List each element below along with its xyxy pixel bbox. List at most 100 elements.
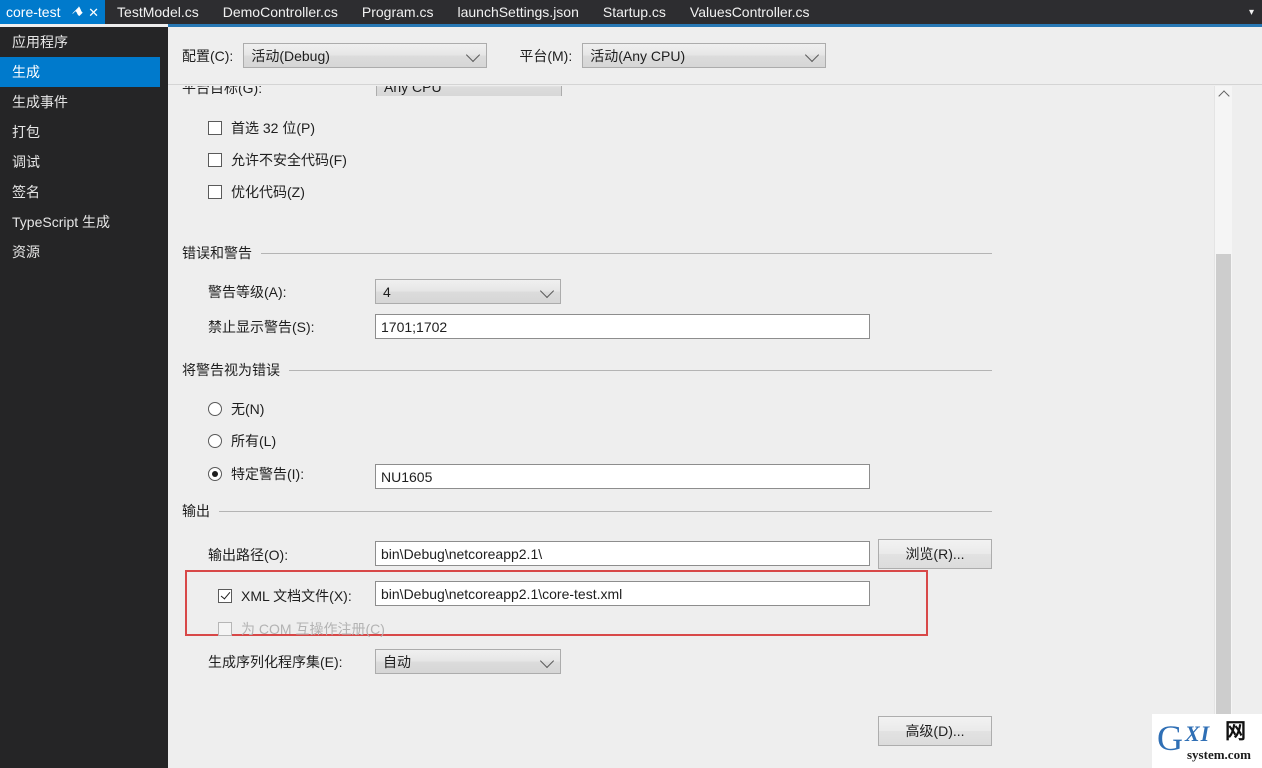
sidebar-item-label: 生成 (12, 64, 40, 80)
configuration-label: 配置(C): (182, 47, 234, 64)
chevron-down-icon: ▾ (1248, 6, 1254, 18)
watermark-xi: XI (1185, 721, 1211, 746)
prefer-32bit-row[interactable]: 首选 32 位(P) (208, 118, 315, 138)
tab-launchsettings-json[interactable]: launchSettings.json (445, 0, 590, 24)
vertical-scrollbar[interactable] (1214, 86, 1232, 768)
tab-label: TestModel.cs (117, 4, 199, 20)
chevron-down-icon (539, 283, 555, 298)
warning-level-select[interactable]: 4 (375, 279, 561, 304)
warnings-all-row[interactable]: 所有(L) (208, 431, 276, 451)
sidebar-item-build-events[interactable]: 生成事件 (0, 87, 168, 117)
platform-select[interactable]: 活动(Any CPU) (582, 43, 827, 68)
sidebar-item-label: 资源 (12, 244, 40, 260)
sidebar-item-label: TypeScript 生成 (12, 214, 111, 230)
warnings-specific-value: NU1605 (381, 468, 433, 485)
sidebar-item-build[interactable]: 生成 (0, 57, 160, 87)
platform-target-label: 平台目标(G): (182, 86, 263, 96)
prefer-32bit-label: 首选 32 位(P) (231, 120, 316, 136)
output-path-label: 输出路径(O): (208, 547, 289, 563)
warning-level-value: 4 (383, 283, 391, 300)
register-com-interop-checkbox (218, 622, 232, 636)
advanced-button[interactable]: 高级(D)... (878, 716, 992, 746)
section-title: 错误和警告 (182, 245, 252, 261)
xml-doc-file-value: bin\Debug\netcoreapp2.1\core-test.xml (381, 585, 623, 602)
scroll-up-button[interactable] (1215, 86, 1232, 103)
optimize-code-checkbox[interactable] (208, 185, 222, 199)
serialization-assembly-select[interactable]: 自动 (375, 649, 561, 674)
properties-content: 平台目标(G): Any CPU 首选 32 位(P) 允许不安全代码(F) 优… (168, 86, 1214, 768)
tab-label: Program.cs (361, 4, 434, 20)
platform-target-select[interactable]: Any CPU (376, 86, 562, 96)
output-path-row: 输出路径(O): (208, 545, 288, 565)
sidebar-item-label: 生成事件 (12, 94, 68, 110)
suppress-warnings-input[interactable]: 1701;1702 (375, 314, 870, 339)
tab-startup-cs[interactable]: Startup.cs (591, 0, 678, 24)
browse-output-path-button[interactable]: 浏览(R)... (878, 539, 992, 569)
tab-valuescontroller-cs[interactable]: ValuesController.cs (678, 0, 822, 24)
tab-testmodel-cs[interactable]: TestModel.cs (105, 0, 211, 24)
suppress-warnings-value: 1701;1702 (381, 318, 448, 335)
warnings-none-row[interactable]: 无(N) (208, 399, 264, 419)
tab-program-cs[interactable]: Program.cs (350, 0, 446, 24)
errors-warnings-section-header: 错误和警告 (182, 243, 992, 263)
warnings-all-label: 所有(L) (231, 433, 277, 449)
platform-target-value: Any CPU (384, 86, 442, 95)
properties-scroll-area: 平台目标(G): Any CPU 首选 32 位(P) 允许不安全代码(F) 优… (168, 86, 1262, 768)
sidebar-item-label: 调试 (12, 154, 40, 170)
close-icon[interactable]: ✕ (88, 6, 99, 19)
sidebar-item-label: 签名 (12, 184, 40, 200)
warnings-all-radio[interactable] (208, 434, 222, 448)
scrollbar-thumb[interactable] (1216, 254, 1231, 724)
sidebar-item-application[interactable]: 应用程序 (0, 27, 168, 57)
output-path-value: bin\Debug\netcoreapp2.1\ (381, 545, 543, 562)
xml-doc-file-input[interactable]: bin\Debug\netcoreapp2.1\core-test.xml (375, 581, 870, 606)
sidebar-item-debug[interactable]: 调试 (0, 147, 168, 177)
section-title: 将警告视为错误 (182, 362, 280, 378)
output-section-header: 输出 (182, 501, 992, 521)
tab-label: core-test (6, 4, 61, 20)
warnings-as-errors-section-header: 将警告视为错误 (182, 360, 992, 380)
tab-overflow-button[interactable]: ▾ (1249, 0, 1254, 24)
sidebar-item-typescript-build[interactable]: TypeScript 生成 (0, 207, 168, 237)
section-divider (261, 252, 992, 254)
sidebar-item-signing[interactable]: 签名 (0, 177, 168, 207)
configuration-bar: 配置(C): 活动(Debug) 平台(M): 活动(Any CPU) (168, 27, 1262, 85)
build-properties-panel: 配置(C): 活动(Debug) 平台(M): 活动(Any CPU) 平台目标… (168, 27, 1262, 768)
warnings-none-radio[interactable] (208, 402, 222, 416)
pin-icon[interactable]: ⚑ (69, 3, 88, 22)
allow-unsafe-checkbox[interactable] (208, 153, 222, 167)
chevron-down-icon (466, 47, 481, 62)
section-divider (219, 510, 992, 512)
xml-doc-file-row[interactable]: XML 文档文件(X): (218, 586, 352, 606)
editor-tab-bar: core-test ⚑ ✕ TestModel.cs DemoControlle… (0, 0, 1262, 24)
chevron-up-icon (1217, 90, 1230, 102)
watermark-net-char: 网 (1225, 720, 1246, 743)
advanced-label: 高级(D)... (905, 723, 965, 739)
watermark-domain: system.com (1187, 747, 1251, 762)
suppress-warnings-label: 禁止显示警告(S): (208, 319, 315, 335)
tab-label: Startup.cs (602, 4, 666, 20)
chevron-down-icon (805, 47, 820, 62)
warning-level-label: 警告等级(A): (208, 284, 287, 300)
warnings-specific-row[interactable]: 特定警告(I): (208, 464, 304, 484)
optimize-code-label: 优化代码(Z) (231, 184, 305, 200)
warning-level-row: 警告等级(A): (208, 282, 287, 302)
tab-core-test[interactable]: core-test ⚑ ✕ (0, 0, 106, 24)
configuration-select[interactable]: 活动(Debug) (243, 43, 488, 68)
sidebar-item-package[interactable]: 打包 (0, 117, 168, 147)
output-path-input[interactable]: bin\Debug\netcoreapp2.1\ (375, 541, 870, 566)
tab-democontroller-cs[interactable]: DemoController.cs (211, 0, 350, 24)
serialization-assembly-label: 生成序列化程序集(E): (208, 654, 343, 670)
sidebar-item-resources[interactable]: 资源 (0, 237, 168, 267)
allow-unsafe-row[interactable]: 允许不安全代码(F) (208, 150, 347, 170)
optimize-code-row[interactable]: 优化代码(Z) (208, 182, 305, 202)
xml-doc-file-checkbox[interactable] (218, 589, 232, 603)
tab-label: launchSettings.json (457, 4, 579, 20)
tab-label: DemoController.cs (222, 4, 338, 20)
prefer-32bit-checkbox[interactable] (208, 121, 222, 135)
warnings-specific-input[interactable]: NU1605 (375, 464, 870, 489)
warnings-none-label: 无(N) (231, 401, 265, 417)
warnings-specific-radio[interactable] (208, 467, 222, 481)
allow-unsafe-label: 允许不安全代码(F) (231, 152, 347, 168)
xml-doc-file-label: XML 文档文件(X): (241, 588, 352, 604)
